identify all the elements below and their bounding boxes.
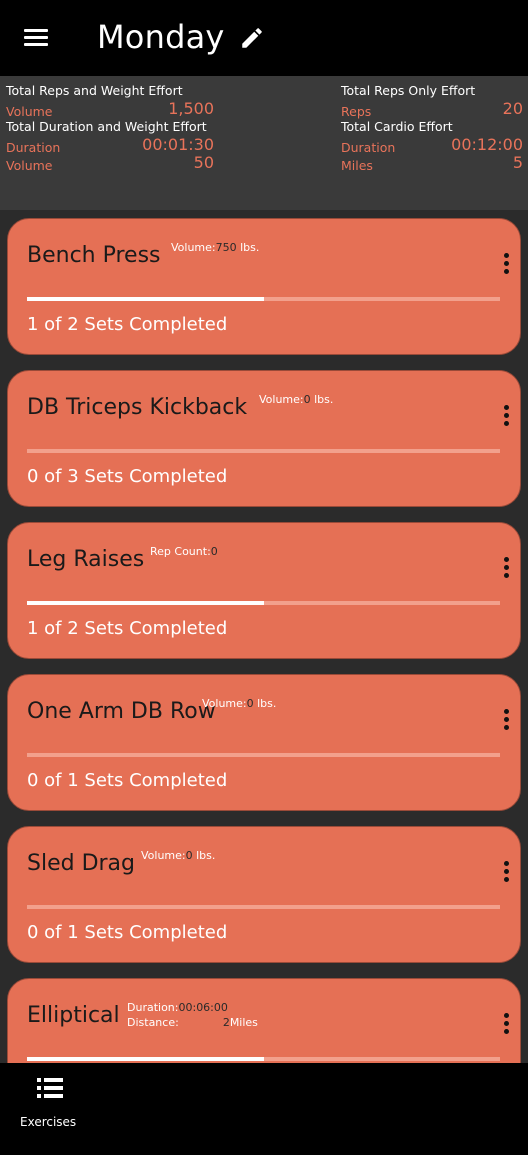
stat-unit: lbs. bbox=[192, 849, 216, 862]
exercise-list[interactable]: Bench Press Volume:750 lbs. 1 of 2 Sets … bbox=[0, 210, 528, 1063]
more-vert-icon[interactable] bbox=[502, 709, 510, 733]
more-vert-icon[interactable] bbox=[502, 1013, 510, 1037]
sets-progress-fill bbox=[27, 601, 264, 605]
exercise-name: Bench Press bbox=[27, 243, 161, 268]
bottom-navigation: Exercises bbox=[0, 1063, 528, 1155]
exercise-stat-duration: Duration:00:06:00 bbox=[127, 1001, 228, 1014]
reps-only-heading: Total Reps Only Effort bbox=[341, 83, 476, 98]
more-vert-icon[interactable] bbox=[502, 405, 510, 429]
nav-exercises-label: Exercises bbox=[20, 1115, 77, 1129]
more-vert-icon[interactable] bbox=[502, 861, 510, 885]
summary-right-column: Total Reps Only Effort Reps 20 Total Car… bbox=[341, 82, 523, 174]
sets-progress-bar bbox=[27, 449, 500, 453]
sets-progress-bar bbox=[27, 905, 500, 909]
exercise-name: One Arm DB Row bbox=[27, 699, 216, 724]
stat-label: Rep Count: bbox=[150, 545, 211, 558]
sets-completed: 0 of 3 Sets Completed bbox=[27, 466, 228, 487]
reps-weight-volume-row: Volume 1,500 bbox=[6, 99, 214, 120]
cardio-duration-row: Duration 00:12:00 bbox=[341, 135, 523, 156]
exercise-card-sled-drag[interactable]: Sled Drag Volume:0 lbs. 0 of 1 Sets Comp… bbox=[7, 826, 521, 963]
stat-unit: lbs. bbox=[236, 241, 260, 254]
effort-summary: Total Reps and Weight Effort Volume 1,50… bbox=[0, 76, 528, 210]
reps-weight-heading: Total Reps and Weight Effort bbox=[6, 83, 183, 98]
menu-icon[interactable] bbox=[24, 29, 48, 47]
exercise-card-elliptical[interactable]: Elliptical Duration:00:06:00 Distance: 2M… bbox=[7, 978, 521, 1063]
sets-completed: 0 of 1 Sets Completed bbox=[27, 922, 228, 943]
exercise-stat: Volume:750 lbs. bbox=[171, 241, 259, 254]
reps-only-row: Reps 20 bbox=[341, 99, 523, 120]
reps-only-label: Reps bbox=[341, 104, 372, 119]
sets-progress-bar bbox=[27, 297, 500, 301]
reps-only-value: 20 bbox=[502, 99, 523, 118]
stat2-unit: Miles bbox=[229, 1016, 258, 1029]
duration-weight-volume-label: Volume bbox=[6, 158, 53, 173]
stat-label: Volume: bbox=[141, 849, 186, 862]
reps-weight-volume-value: 1,500 bbox=[168, 99, 214, 118]
stat-value: 00:06:00 bbox=[178, 1001, 228, 1014]
reps-weight-volume-label: Volume bbox=[6, 104, 53, 119]
exercise-stat: Volume:0 lbs. bbox=[259, 393, 333, 406]
stat-label: Volume: bbox=[259, 393, 304, 406]
cardio-miles-value: 5 bbox=[512, 153, 523, 172]
exercise-stat-distance: Distance: 2Miles bbox=[127, 1016, 258, 1029]
sets-completed: 1 of 2 Sets Completed bbox=[27, 314, 228, 335]
stat-value: 0 bbox=[303, 393, 311, 406]
stat-value: 0 bbox=[246, 697, 254, 710]
summary-left-column: Total Reps and Weight Effort Volume 1,50… bbox=[6, 82, 214, 174]
stat-value: 750 bbox=[215, 241, 237, 254]
exercise-stat: Rep Count:0 bbox=[150, 545, 218, 558]
stat-label: Duration: bbox=[127, 1001, 179, 1014]
stat-value: 0 bbox=[210, 545, 218, 558]
exercise-card-bench-press[interactable]: Bench Press Volume:750 lbs. 1 of 2 Sets … bbox=[7, 218, 521, 355]
stat-unit: lbs. bbox=[310, 393, 334, 406]
sets-completed: 1 of 2 Sets Completed bbox=[27, 618, 228, 639]
exercise-name: Elliptical bbox=[27, 1003, 120, 1028]
stat2-value: 2 bbox=[222, 1016, 230, 1029]
cardio-miles-row: Miles 5 bbox=[341, 153, 523, 174]
exercise-name: Sled Drag bbox=[27, 851, 136, 876]
duration-weight-volume-row: Volume 50 bbox=[6, 153, 214, 174]
exercise-name: Leg Raises bbox=[27, 547, 145, 572]
sets-completed: 0 of 1 Sets Completed bbox=[27, 770, 228, 791]
more-vert-icon[interactable] bbox=[502, 557, 510, 581]
sets-progress-fill bbox=[27, 297, 264, 301]
pencil-icon[interactable] bbox=[239, 25, 265, 51]
sets-progress-bar bbox=[27, 753, 500, 757]
exercise-card-leg-raises[interactable]: Leg Raises Rep Count:0 1 of 2 Sets Compl… bbox=[7, 522, 521, 659]
duration-weight-volume-value: 50 bbox=[193, 153, 214, 172]
stat-unit: lbs. bbox=[253, 697, 277, 710]
stat-label: Volume: bbox=[171, 241, 216, 254]
stat-label: Volume: bbox=[202, 697, 247, 710]
page-title: Monday bbox=[97, 18, 225, 56]
cardio-duration-value: 00:12:00 bbox=[451, 135, 523, 154]
stat-value: 0 bbox=[185, 849, 193, 862]
exercise-card-db-triceps-kickback[interactable]: DB Triceps Kickback Volume:0 lbs. 0 of 3… bbox=[7, 370, 521, 507]
exercise-stat: Volume:0 lbs. bbox=[141, 849, 215, 862]
app-bar: Monday bbox=[0, 0, 528, 76]
list-icon bbox=[37, 1077, 63, 1099]
nav-exercises[interactable]: Exercises bbox=[12, 1073, 88, 1143]
cardio-miles-label: Miles bbox=[341, 158, 373, 173]
more-vert-icon[interactable] bbox=[502, 253, 510, 277]
exercise-card-one-arm-db-row[interactable]: One Arm DB Row Volume:0 lbs. 0 of 1 Sets… bbox=[7, 674, 521, 811]
stat2-label: Distance: bbox=[127, 1016, 179, 1029]
exercise-name: DB Triceps Kickback bbox=[27, 395, 248, 420]
duration-weight-duration-value: 00:01:30 bbox=[142, 135, 214, 154]
sets-progress-bar bbox=[27, 601, 500, 605]
exercise-stat: Volume:0 lbs. bbox=[202, 697, 276, 710]
sets-progress-bar bbox=[27, 1057, 500, 1061]
duration-weight-duration-row: Duration 00:01:30 bbox=[6, 135, 214, 156]
sets-progress-fill bbox=[27, 1057, 264, 1061]
